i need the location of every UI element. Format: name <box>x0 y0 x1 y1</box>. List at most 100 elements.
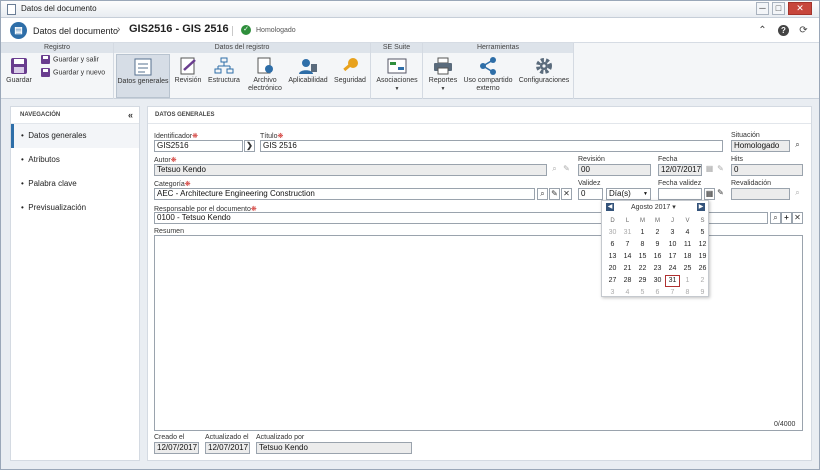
calendar-day[interactable]: 20 <box>605 263 620 275</box>
calendar-day[interactable]: 10 <box>665 239 680 251</box>
aplicabilidad-button[interactable]: Aplicabilidad <box>288 54 328 98</box>
clear-icon[interactable]: ✕ <box>561 188 572 200</box>
calendar-day[interactable]: 22 <box>635 263 650 275</box>
calendar-day[interactable]: 6 <box>650 287 665 299</box>
search-icon[interactable]: ⌕ <box>537 188 548 200</box>
calendar-day[interactable]: 5 <box>695 227 710 239</box>
weekday-header: J <box>671 218 674 224</box>
electronic-file-icon <box>257 57 273 74</box>
close-button[interactable]: ✕ <box>788 2 812 15</box>
month-selector[interactable]: Agosto 2017 ▾ <box>631 203 676 211</box>
calendar-day[interactable]: 4 <box>620 287 635 299</box>
clear-icon[interactable]: ✎ <box>715 188 726 200</box>
calendar-day[interactable]: 8 <box>635 239 650 251</box>
nav-item-datos-generales[interactable]: • Datos generales <box>11 124 139 148</box>
calendar-day[interactable]: 31 <box>620 227 635 239</box>
nav-item-label: Atributos <box>28 155 60 164</box>
binoculars-icon[interactable]: ⌕ <box>792 140 803 152</box>
minimize-button[interactable]: ─ <box>756 2 769 15</box>
help-icon[interactable]: ? <box>778 25 789 36</box>
chevron-down-icon: ▼ <box>394 86 400 92</box>
maximize-button[interactable]: □ <box>772 2 785 15</box>
calendar-day[interactable]: 28 <box>620 275 635 287</box>
calendar-day[interactable]: 9 <box>695 287 710 299</box>
creado-field: 12/07/2017 <box>154 442 199 454</box>
calendar-day[interactable]: 2 <box>695 275 710 287</box>
categoria-field[interactable]: AEC - Architecture Engineering Construct… <box>154 188 535 200</box>
calendar-day[interactable]: 25 <box>680 263 695 275</box>
save-and-exit-button[interactable]: Guardar y salir <box>41 55 99 64</box>
refresh-icon[interactable]: ⟳ <box>798 25 809 36</box>
revalidacion-label: Revalidación <box>731 180 772 187</box>
character-counter: 0/4000 <box>774 421 796 428</box>
calendar-day[interactable]: 17 <box>665 251 680 263</box>
calendar-day[interactable]: 5 <box>635 287 650 299</box>
fecha-validez-field[interactable] <box>658 188 702 200</box>
validez-field[interactable]: 0 <box>578 188 603 200</box>
titulo-field[interactable]: GIS 2516 <box>260 140 723 152</box>
weekday-header: S <box>700 218 705 224</box>
collapse-up-icon[interactable]: ⌃ <box>757 25 768 36</box>
bullet: • <box>21 131 24 140</box>
calendar-day[interactable]: 14 <box>620 251 635 263</box>
calendar-icon[interactable]: ▦ <box>704 188 715 200</box>
clear-icon[interactable]: ✕ <box>792 212 803 224</box>
calendar-day[interactable]: 15 <box>635 251 650 263</box>
tab-datos-generales[interactable]: Datos generales <box>116 54 170 98</box>
add-icon[interactable]: + <box>781 212 792 224</box>
nav-item-atributos[interactable]: • Atributos <box>11 148 139 172</box>
save-label: Guardar <box>6 77 32 84</box>
calendar-day[interactable]: 18 <box>680 251 695 263</box>
calendar-day[interactable]: 2 <box>650 227 665 239</box>
calendar-day[interactable]: 30 <box>605 227 620 239</box>
calendar-day[interactable]: 7 <box>665 287 680 299</box>
calendar-day[interactable]: 1 <box>680 275 695 287</box>
status-check-icon: ✓ <box>241 25 251 35</box>
calendar-day[interactable]: 16 <box>650 251 665 263</box>
nav-item-previsualizacion[interactable]: • Previsualización <box>11 196 139 220</box>
uso-compartido-button[interactable]: Uso compartido externo <box>462 54 514 98</box>
navigation-title: NAVEGACIÓN <box>20 112 61 118</box>
next-month-button[interactable]: ▶ <box>697 203 705 211</box>
calendar-day[interactable]: 12 <box>695 239 710 251</box>
configuraciones-label: Configuraciones <box>518 77 570 84</box>
calendar-day[interactable]: 6 <box>605 239 620 251</box>
calendar-day[interactable]: 29 <box>635 275 650 287</box>
save-button[interactable]: Guardar <box>3 54 35 98</box>
users-icon <box>299 59 317 74</box>
collapse-icon[interactable]: « <box>128 110 133 120</box>
calendar-day[interactable]: 3 <box>665 227 680 239</box>
search-icon[interactable]: ⌕ <box>770 212 781 224</box>
calendar-day[interactable]: 4 <box>680 227 695 239</box>
calendar-day[interactable]: 27 <box>605 275 620 287</box>
calendar-day[interactable]: 26 <box>695 263 710 275</box>
seguridad-button[interactable]: Seguridad <box>332 54 368 98</box>
calendar-day[interactable]: 7 <box>620 239 635 251</box>
calendar-day[interactable]: 21 <box>620 263 635 275</box>
calendar-day[interactable]: 9 <box>650 239 665 251</box>
situacion-label: Situación <box>731 132 760 139</box>
asociaciones-button[interactable]: Asociaciones ▼ <box>374 54 420 98</box>
configuraciones-button[interactable]: Configuraciones <box>517 54 571 98</box>
calendar-day[interactable]: 8 <box>680 287 695 299</box>
calendar-day[interactable]: 11 <box>680 239 695 251</box>
calendar-day[interactable]: 19 <box>695 251 710 263</box>
archivo-electronico-button[interactable]: Archivo electrónico <box>246 54 284 98</box>
save-and-new-button[interactable]: Guardar y nuevo <box>41 68 105 77</box>
calendar-day[interactable]: 3 <box>605 287 620 299</box>
chevron-right-icon[interactable]: ❯ <box>244 140 255 152</box>
reportes-button[interactable]: Reportes ▼ <box>426 54 460 98</box>
revision-button[interactable]: Revisión <box>174 54 202 98</box>
prev-month-button[interactable]: ◀ <box>606 203 614 211</box>
calendar-day[interactable]: 13 <box>605 251 620 263</box>
nav-item-palabra-clave[interactable]: • Palabra clave <box>11 172 139 196</box>
calendar-day[interactable]: 31 <box>665 275 680 287</box>
calendar-day[interactable]: 24 <box>665 263 680 275</box>
edit-icon[interactable]: ✎ <box>549 188 560 200</box>
validez-unit-select[interactable]: Día(s) ▼ <box>606 188 651 200</box>
calendar-day[interactable]: 1 <box>635 227 650 239</box>
estructura-button[interactable]: Estructura <box>206 54 242 98</box>
calendar-day[interactable]: 23 <box>650 263 665 275</box>
identificador-field[interactable]: GIS2516 <box>154 140 243 152</box>
calendar-day[interactable]: 30 <box>650 275 665 287</box>
